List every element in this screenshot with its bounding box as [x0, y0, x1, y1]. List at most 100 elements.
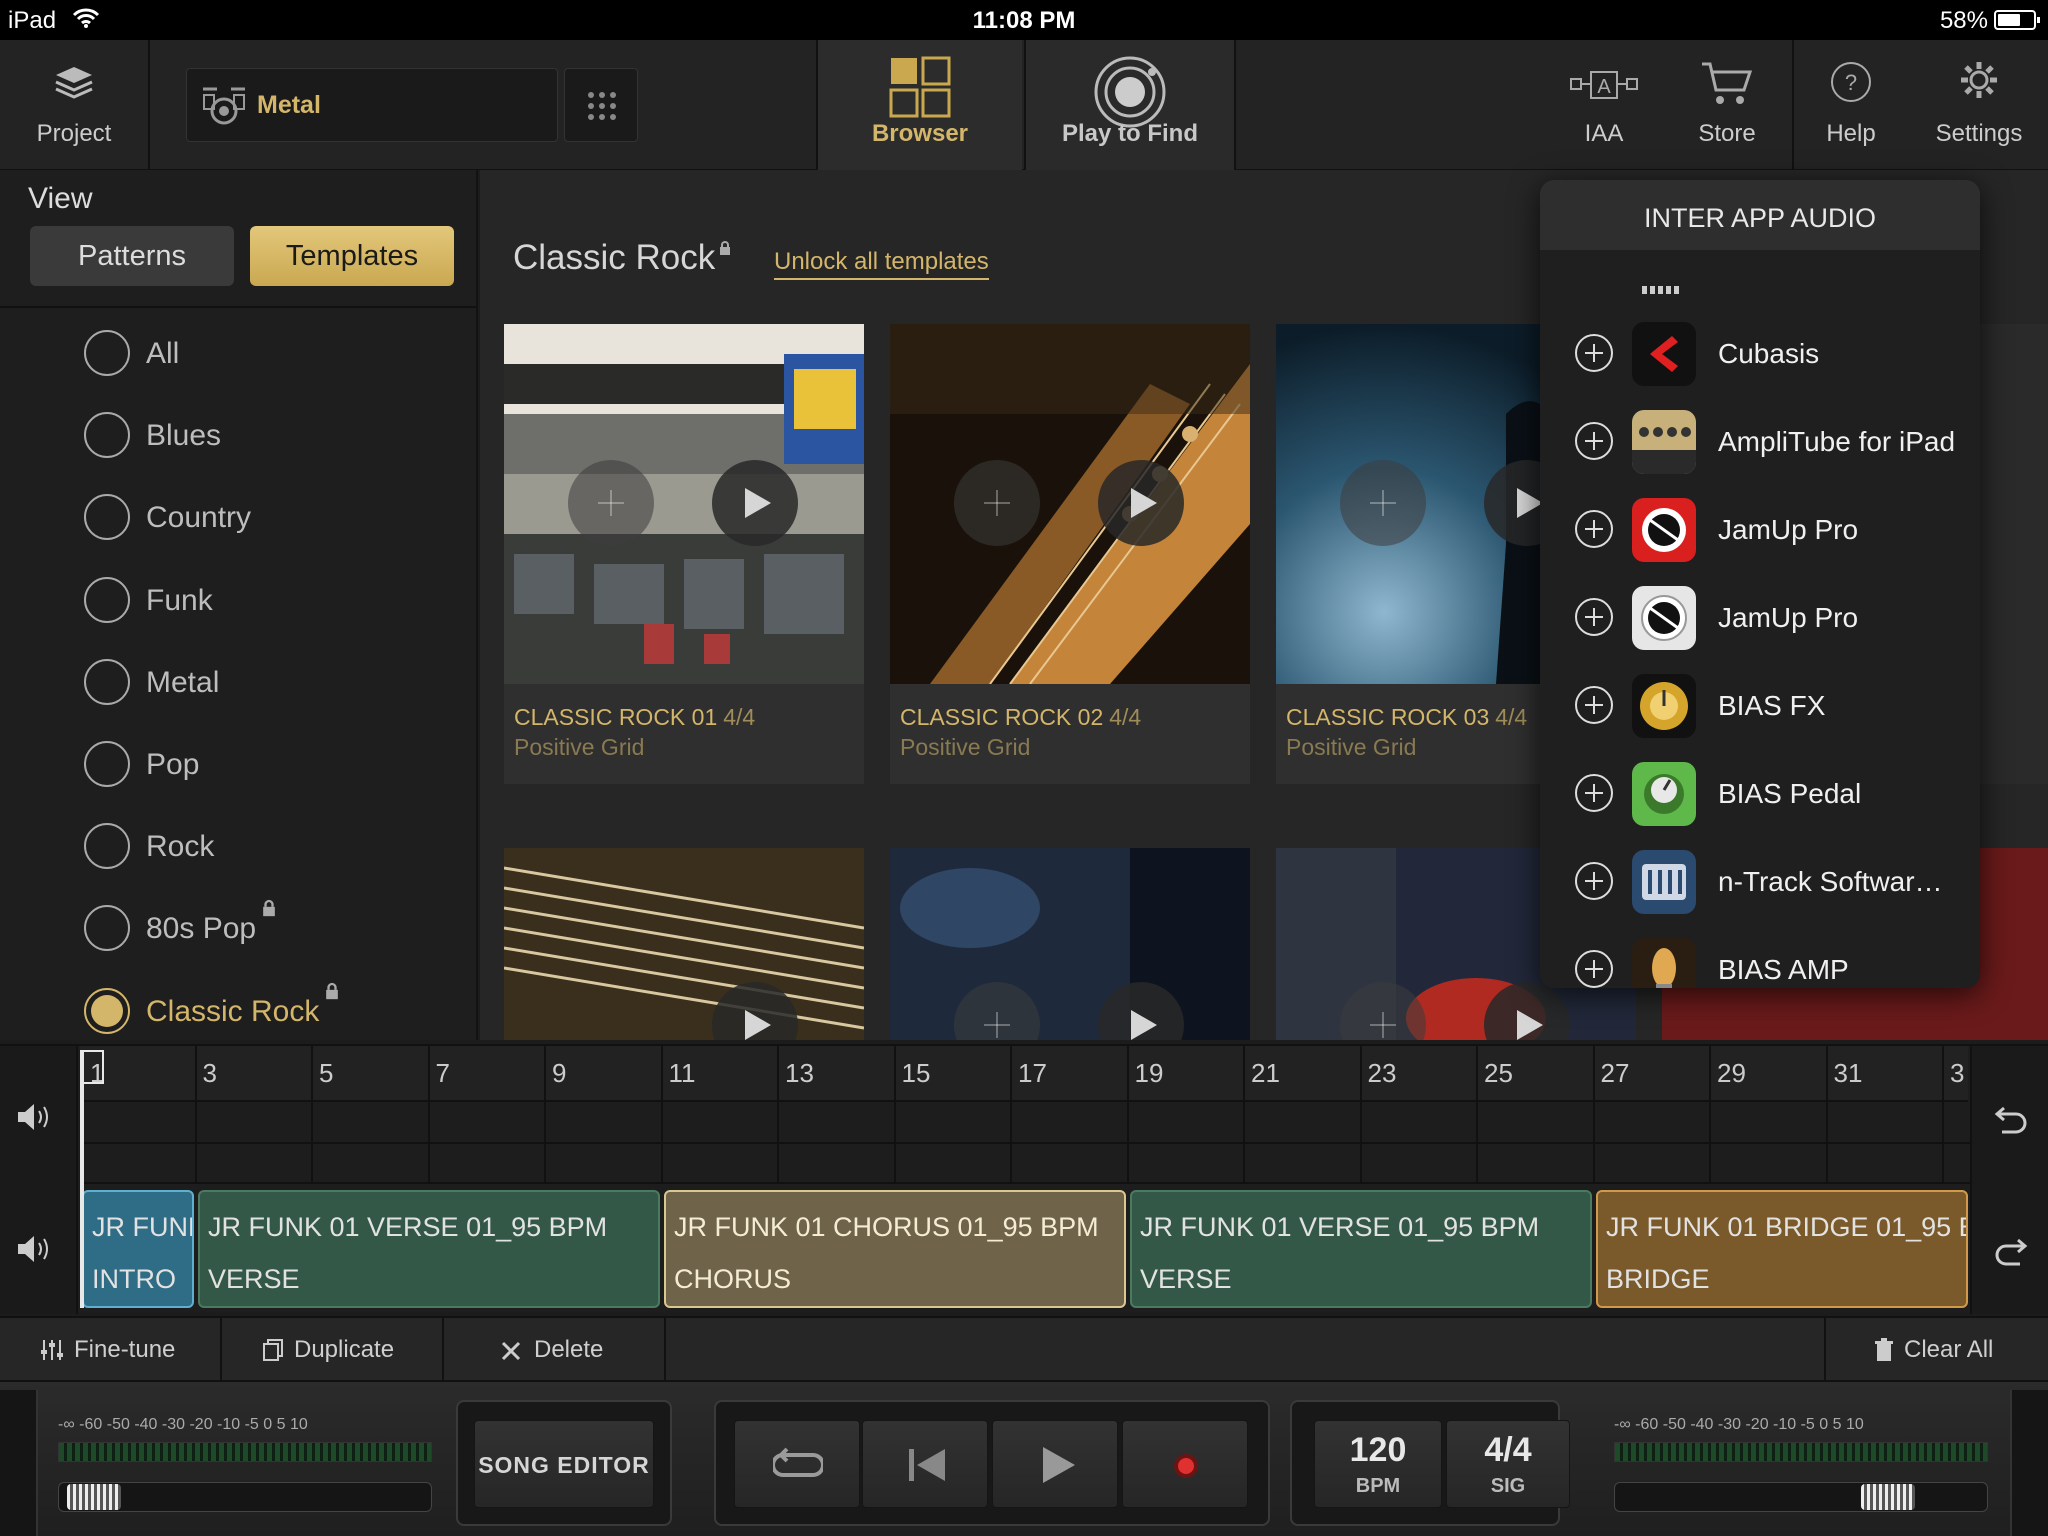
add-template-button[interactable]	[954, 460, 1040, 546]
add-circle-icon[interactable]	[1575, 950, 1613, 988]
song-section-clip[interactable]: JR FUNK INTRO	[82, 1190, 194, 1308]
template-title-text: CLASSIC ROCK 01	[514, 704, 718, 730]
bar-number: 29	[1717, 1058, 1746, 1088]
clip-title: JR FUNK 01 CHORUS 01_95 BPM	[674, 1212, 1099, 1242]
radio-button[interactable]	[84, 905, 130, 952]
add-circle-icon[interactable]	[1575, 598, 1613, 636]
bar-number: 19	[1134, 1058, 1164, 1088]
iaa-app-row[interactable]: BIAS FX	[1540, 662, 1980, 750]
template-card-row2[interactable]	[504, 848, 864, 1040]
loop-button[interactable]	[734, 1420, 860, 1508]
radio-button[interactable]	[84, 576, 130, 623]
preset-grid-button[interactable]	[564, 68, 638, 142]
bar-ruler[interactable]: 1 3 5 7 9 11 13 15 17 19 21 23 25 27 29 31 3	[80, 1046, 1968, 1102]
drum-kit-icon	[203, 87, 245, 125]
n-track-app-icon	[1632, 850, 1696, 914]
rewind-button[interactable]	[862, 1420, 988, 1508]
template-card[interactable]: CLASSIC ROCK 01 4/4 Positive Grid	[504, 324, 864, 784]
browser-tab[interactable]: Browser	[818, 40, 1022, 170]
iaa-app-row[interactable]: BIAS Pedal	[1540, 750, 1980, 838]
skip-back-icon	[909, 1449, 945, 1481]
iaa-button[interactable]: A IAA	[1560, 40, 1648, 170]
duplicate-button[interactable]: Duplicate	[262, 1318, 394, 1382]
preset-selector[interactable]: Metal	[186, 68, 558, 142]
template-author: Positive Grid	[1286, 734, 1417, 760]
settings-button[interactable]: Settings	[1924, 40, 2034, 170]
play-to-find-tab[interactable]: Play to Find	[1026, 40, 1234, 170]
iaa-app-row[interactable]: JamUp Pro	[1540, 574, 1980, 662]
template-card[interactable]: CLASSIC ROCK 02 4/4 Positive Grid	[890, 324, 1250, 784]
layers-icon	[55, 67, 93, 99]
svg-text:A: A	[1597, 76, 1611, 98]
playhead[interactable]	[80, 1050, 84, 1308]
templates-tab[interactable]: Templates	[250, 226, 454, 286]
add-circle-icon[interactable]	[1575, 774, 1613, 812]
delete-label: Delete	[534, 1336, 604, 1363]
clock: 11:08 PM	[972, 7, 1076, 34]
clip-title: JR FUNK 01 VERSE 01_95 BPM	[208, 1212, 608, 1242]
iaa-app-row[interactable]: n-Track Softwar…	[1540, 838, 1980, 926]
add-template-button[interactable]	[1340, 460, 1426, 546]
time-signature-button[interactable]: 4/4 SIG	[1446, 1420, 1570, 1508]
project-button[interactable]: Project	[0, 40, 148, 170]
iaa-app-row[interactable]: JamUp Pro	[1540, 486, 1980, 574]
store-button[interactable]: Store	[1682, 40, 1772, 170]
help-button[interactable]: ? Help	[1806, 40, 1896, 170]
song-section-clip[interactable]: JR FUNK 01 CHORUS 01_95 BPM CHORUS	[664, 1190, 1126, 1308]
sig-label: SIG	[1490, 1475, 1526, 1497]
song-editor-button[interactable]: SONG EDITOR	[474, 1420, 654, 1508]
genre-label: Blues	[146, 419, 222, 453]
genre-label: Country	[146, 501, 252, 535]
template-signature: 4/4	[723, 704, 756, 730]
input-volume-fader[interactable]	[58, 1482, 432, 1512]
iaa-app-row[interactable]: AmpliTube for iPad	[1540, 398, 1980, 486]
iaa-popup-title: INTER APP AUDIO	[1540, 180, 1980, 250]
play-preview-button[interactable]	[1098, 460, 1184, 546]
playhead-handle[interactable]	[80, 1050, 104, 1084]
add-template-button[interactable]	[568, 460, 654, 546]
add-circle-icon[interactable]	[1575, 862, 1613, 900]
radio-button[interactable]	[84, 741, 130, 787]
clear-all-button[interactable]: Clear All	[1874, 1318, 1993, 1382]
record-icon	[1174, 1454, 1198, 1478]
loop-icon	[773, 1447, 823, 1477]
patterns-tab[interactable]: Patterns	[30, 226, 234, 286]
add-circle-icon[interactable]	[1575, 422, 1613, 460]
drag-handle-icon[interactable]	[1642, 286, 1684, 294]
undo-icon[interactable]	[1994, 1104, 2028, 1134]
fader-knob[interactable]	[67, 1484, 121, 1510]
add-circle-icon[interactable]	[1575, 334, 1613, 372]
play-icon	[1131, 1010, 1157, 1040]
radio-button[interactable]	[84, 412, 130, 459]
iaa-app-name: BIAS FX	[1718, 690, 1826, 721]
radio-button[interactable]	[84, 494, 130, 541]
fader-knob[interactable]	[1861, 1484, 1915, 1510]
template-signature: 4/4	[1495, 704, 1528, 730]
add-circle-icon[interactable]	[1575, 510, 1613, 548]
speaker-icon[interactable]	[16, 1102, 52, 1132]
radio-button[interactable]	[84, 987, 130, 1034]
bar-number: 27	[1600, 1058, 1630, 1088]
song-section-clip[interactable]: JR FUNK 01 VERSE 01_95 BPM VERSE	[1130, 1190, 1592, 1308]
iaa-app-row[interactable]: Cubasis	[1540, 310, 1980, 398]
play-button[interactable]	[992, 1420, 1118, 1508]
add-circle-icon[interactable]	[1575, 686, 1613, 724]
radio-button[interactable]	[84, 658, 130, 705]
delete-button[interactable]: Delete	[500, 1318, 603, 1382]
radio-button[interactable]	[84, 823, 130, 870]
unlock-all-templates-link[interactable]: Unlock all templates	[774, 248, 989, 280]
output-volume-fader[interactable]	[1614, 1482, 1988, 1512]
play-preview-button[interactable]	[712, 460, 798, 546]
template-card-row2[interactable]	[890, 848, 1250, 1040]
browser-grid-icon	[889, 56, 951, 118]
fine-tune-button[interactable]: Fine-tune	[40, 1318, 175, 1382]
redo-icon[interactable]	[1994, 1236, 2028, 1266]
tempo-button[interactable]: 120 BPM	[1314, 1420, 1442, 1508]
record-button[interactable]	[1122, 1420, 1248, 1508]
genre-label: Rock	[146, 830, 215, 864]
speaker-icon[interactable]	[16, 1234, 52, 1264]
song-section-clip[interactable]: JR FUNK 01 BRIDGE 01_95 BPM BRIDGE	[1596, 1190, 1968, 1308]
radio-button[interactable]	[84, 330, 130, 376]
iaa-app-row[interactable]: BIAS AMP	[1540, 926, 1980, 988]
song-section-clip[interactable]: JR FUNK 01 VERSE 01_95 BPM VERSE	[198, 1190, 660, 1308]
